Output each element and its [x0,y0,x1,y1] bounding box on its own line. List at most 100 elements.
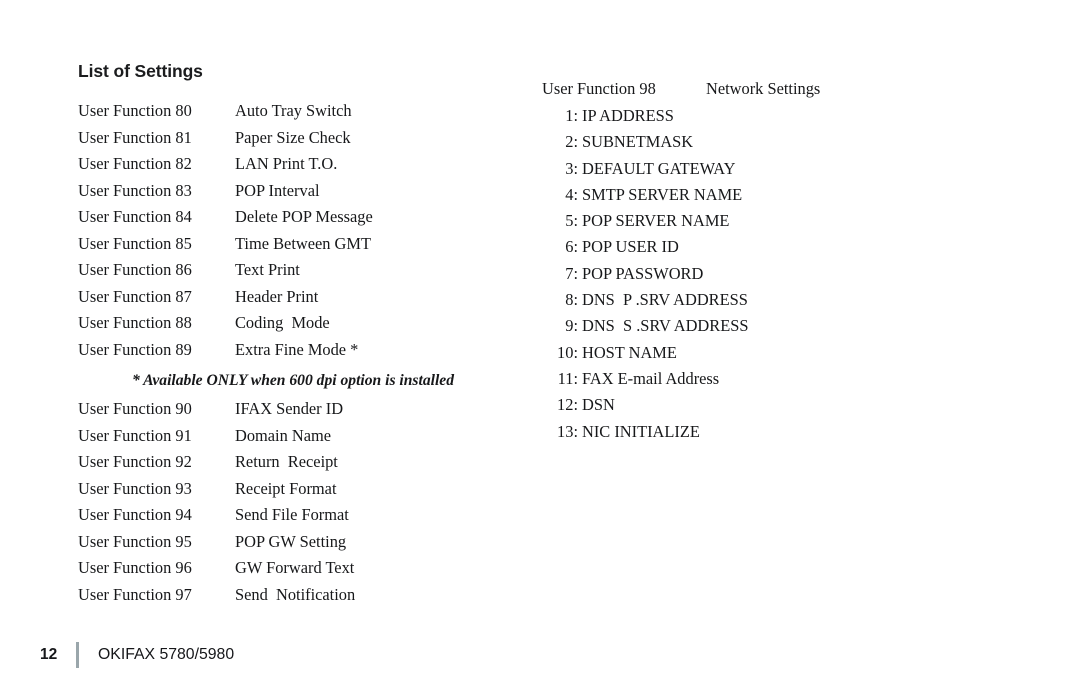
network-setting-name: POP SERVER NAME [582,211,730,231]
settings-row: User Function 87 Header Print [78,287,508,314]
network-setting-row: 2: SUBNETMASK [542,132,942,158]
network-setting-name: POP PASSWORD [582,263,704,283]
user-function-value: POP Interval [235,180,320,200]
network-setting-number: 5: [565,211,578,231]
network-setting-row: 8: DNS P .SRV ADDRESS [542,290,942,316]
settings-row: User Function 89 Extra Fine Mode * [78,340,508,367]
network-setting-number: 3: [565,158,578,178]
user-function-value: Header Print [235,286,319,306]
document-page: List of Settings User Function 80 Auto Tr… [0,0,1080,698]
footer-divider [76,642,79,668]
page-footer: 12 OKIFAX 5780/5980 [40,641,234,669]
user-function-label: User Function 86 [78,260,192,279]
user-function-label: User Function 95 [78,531,192,551]
network-setting-row: 12: DSN [542,395,942,421]
settings-row: User Function 93 Receipt Format [78,479,508,506]
network-setting-number: 13: [557,421,578,441]
user-function-value: Network Settings [706,79,821,98]
settings-row: User Function 82 LAN Print T.O. [78,154,508,181]
network-setting-row: 7: POP PASSWORD [542,264,942,290]
footer-product-title: OKIFAX 5780/5980 [98,646,235,663]
network-setting-row: 9: DNS S .SRV ADDRESS [542,316,942,342]
network-setting-name: SUBNETMASK [582,132,694,152]
user-function-value: Text Print [235,260,300,279]
network-setting-name: POP USER ID [582,237,679,257]
user-function-value: Send File Format [235,505,349,524]
settings-row: User Function 84 Delete POP Message [78,207,508,234]
user-function-label: User Function 87 [78,286,192,306]
user-function-label: User Function 93 [78,478,192,498]
user-function-value: Send Notification [235,584,356,604]
network-setting-number: 6: [565,237,578,257]
footer-page-number: 12 [40,646,58,663]
user-function-label: User Function 81 [78,127,192,147]
user-function-value: IFAX Sender ID [235,399,344,418]
settings-row: User Function 85 Time Between GMT [78,234,508,261]
network-setting-number: 2: [565,132,578,152]
settings-row: User Function 94 Send File Format [78,505,508,532]
network-setting-row: 11: FAX E-mail Address [542,369,942,395]
user-function-value: Coding Mode [235,313,330,332]
user-function-label: User Function 98 [542,79,656,98]
settings-list-part-1: User Function 80 Auto Tray Switch User Fun… [78,101,508,366]
user-function-label: User Function 94 [78,505,192,524]
network-setting-name: SMTP SERVER NAME [582,184,743,204]
network-setting-name: FAX E-mail Address [582,368,720,388]
user-function-label: User Function 83 [78,180,192,200]
user-function-value: Delete POP Message [235,207,373,226]
network-setting-name: DNS P .SRV ADDRESS [582,290,748,310]
settings-row: User Function 97 Send Notification [78,585,508,612]
page-title: List of Settings [78,61,203,81]
network-setting-name: NIC INITIALIZE [582,421,700,441]
network-setting-name: DNS S .SRV ADDRESS [582,316,749,336]
user-function-label: User Function 85 [78,233,192,253]
user-function-value: LAN Print T.O. [235,154,338,173]
network-setting-number: 11: [557,368,578,388]
user-function-value: Auto Tray Switch [235,101,352,120]
footnote-600dpi: * Available ONLY when 600 dpi option is … [132,372,454,389]
settings-row: User Function 88 Coding Mode [78,313,508,340]
network-setting-row: 10: HOST NAME [542,343,942,369]
network-setting-row: 6: POP USER ID [542,237,942,263]
user-function-label: User Function 91 [78,425,192,445]
network-setting-name: DSN [582,395,615,415]
user-function-label: User Function 89 [78,339,192,359]
settings-row: User Function 81 Paper Size Check [78,128,508,155]
network-setting-row: 1: IP ADDRESS [542,106,942,132]
network-setting-number: 12: [557,395,578,415]
user-function-label: User Function 80 [78,101,192,120]
user-function-label: User Function 88 [78,313,192,332]
settings-row: User Function 96 GW Forward Text [78,558,508,585]
user-function-label: User Function 82 [78,154,192,173]
user-function-value: GW Forward Text [235,558,355,577]
network-setting-number: 10: [557,342,578,362]
settings-row: User Function 80 Auto Tray Switch [78,101,508,128]
network-setting-number: 4: [565,184,578,204]
user-function-label: User Function 96 [78,558,192,577]
network-setting-name: IP ADDRESS [582,106,674,125]
network-settings-column: User Function 98 Network Settings 1: IP A… [542,79,942,448]
settings-row: User Function 91 Domain Name [78,426,508,453]
user-function-value: Paper Size Check [235,127,351,147]
user-function-value: Extra Fine Mode * [235,339,359,359]
user-function-value: Return Receipt [235,452,338,471]
network-settings-header: User Function 98 Network Settings [542,79,942,106]
settings-row: User Function 90 IFAX Sender ID [78,399,508,426]
network-setting-number: 7: [565,263,578,283]
user-function-label: User Function 97 [78,584,192,604]
network-setting-number: 8: [565,290,578,310]
settings-row: User Function 92 Return Receipt [78,452,508,479]
settings-row: User Function 83 POP Interval [78,181,508,208]
user-function-value: Time Between GMT [235,233,371,253]
user-function-label: User Function 84 [78,207,192,226]
network-setting-name: HOST NAME [582,342,677,362]
network-setting-number: 1: [565,106,578,125]
user-function-value: Domain Name [235,425,332,445]
network-setting-row: 4: SMTP SERVER NAME [542,185,942,211]
user-function-value: Receipt Format [235,478,337,498]
network-setting-row: 5: POP SERVER NAME [542,211,942,237]
network-setting-row: 13: NIC INITIALIZE [542,422,942,448]
settings-row: User Function 95 POP GW Setting [78,532,508,559]
user-function-label: User Function 92 [78,452,192,471]
user-function-label: User Function 90 [78,399,192,418]
